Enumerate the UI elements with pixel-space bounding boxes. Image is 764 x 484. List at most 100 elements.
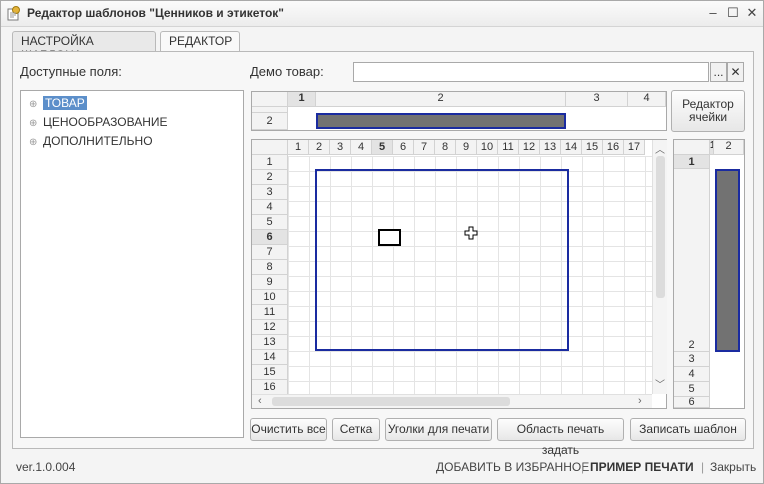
row-header[interactable]: 4 bbox=[252, 200, 288, 215]
demo-product-label: Демо товар: bbox=[250, 64, 324, 79]
title-bar: Редактор шаблонов "Ценников и этикеток" … bbox=[1, 1, 763, 27]
maximize-button[interactable]: ☐ bbox=[725, 5, 741, 21]
selected-cell[interactable] bbox=[378, 229, 401, 246]
row-header[interactable]: 5 bbox=[252, 215, 288, 230]
col-header[interactable]: 14 bbox=[561, 140, 582, 155]
close-window-button[interactable]: ✕ bbox=[744, 5, 760, 21]
scroll-thumb-h[interactable] bbox=[272, 397, 510, 406]
col-header[interactable]: 6 bbox=[393, 140, 414, 155]
row-header[interactable]: 13 bbox=[252, 335, 288, 350]
row-header[interactable]: 10 bbox=[252, 290, 288, 305]
row-header[interactable]: 14 bbox=[252, 350, 288, 365]
expand-icon[interactable]: ⊕ bbox=[29, 135, 39, 151]
move-cursor-icon bbox=[464, 226, 478, 240]
footer-separator: | bbox=[701, 460, 705, 474]
close-link[interactable]: Закрыть bbox=[710, 460, 756, 474]
row-header[interactable]: 2 bbox=[674, 339, 710, 352]
row-header[interactable]: 1 bbox=[252, 155, 288, 170]
print-example-link[interactable]: ПРИМЕР ПЕЧАТИ bbox=[590, 460, 694, 474]
tree-item-label: ТОВАР bbox=[43, 96, 87, 110]
fields-label: Доступные поля: bbox=[20, 64, 122, 79]
col-header[interactable]: 7 bbox=[414, 140, 435, 155]
tab-editor[interactable]: РЕДАКТОР bbox=[160, 31, 240, 52]
col-header[interactable]: 3 bbox=[566, 92, 628, 107]
col-header[interactable]: 4 bbox=[628, 92, 666, 107]
col-header[interactable]: 10 bbox=[477, 140, 498, 155]
cell-editor-label-line2: ячейки bbox=[688, 110, 728, 124]
col-header[interactable]: 8 bbox=[435, 140, 456, 155]
add-to-favorites-link[interactable]: ДОБАВИТЬ В ИЗБРАННОЕ bbox=[436, 460, 589, 474]
scroll-left-icon[interactable]: ‹ bbox=[258, 395, 262, 407]
scroll-down-icon[interactable]: ﹀ bbox=[655, 376, 665, 391]
cell-editor-label-line1: Редактор bbox=[682, 97, 734, 111]
tree-item-pricing[interactable]: ⊕ ЦЕНООБРАЗОВАНИЕ bbox=[29, 114, 168, 130]
grid-corner bbox=[252, 92, 288, 107]
row-header[interactable]: 1 bbox=[674, 155, 710, 169]
row-header[interactable]: 6 bbox=[674, 397, 710, 408]
row-header[interactable]: 2 bbox=[252, 113, 288, 130]
row-header[interactable]: 4 bbox=[674, 367, 710, 382]
save-template-button[interactable]: Записать шаблон bbox=[630, 418, 746, 441]
side-grid[interactable]: 1 2 1 2 3 4 5 6 bbox=[673, 139, 745, 409]
demo-product-input[interactable] bbox=[353, 62, 709, 82]
row-header[interactable]: 12 bbox=[252, 320, 288, 335]
col-header[interactable]: 3 bbox=[330, 140, 351, 155]
app-icon bbox=[7, 6, 20, 21]
row-header[interactable]: 16 bbox=[252, 380, 288, 395]
print-area-button[interactable]: Область печать задать bbox=[497, 418, 624, 457]
col-header[interactable]: 4 bbox=[351, 140, 372, 155]
footer-separator: | bbox=[581, 460, 585, 474]
scroll-thumb[interactable] bbox=[656, 156, 665, 298]
window-title: Редактор шаблонов "Ценников и этикеток" bbox=[27, 6, 284, 20]
grid-corner bbox=[674, 140, 710, 155]
grid-corner bbox=[252, 140, 288, 155]
expand-icon[interactable]: ⊕ bbox=[29, 116, 39, 132]
row-header[interactable]: 9 bbox=[252, 275, 288, 290]
side-field-bar[interactable] bbox=[715, 169, 740, 352]
row-header[interactable]: 8 bbox=[252, 260, 288, 275]
print-corners-button[interactable]: Уголки для печати bbox=[385, 418, 492, 441]
col-header[interactable]: 17 bbox=[624, 140, 645, 155]
col-header[interactable]: 12 bbox=[519, 140, 540, 155]
col-header[interactable]: 11 bbox=[498, 140, 519, 155]
version-label: ver.1.0.004 bbox=[16, 460, 76, 474]
col-header[interactable]: 1 bbox=[288, 140, 309, 155]
col-header[interactable]: 2 bbox=[714, 140, 744, 155]
header-grid[interactable]: 1 2 3 4 2 bbox=[251, 91, 667, 131]
cell-editor-button[interactable]: Редактор ячейки bbox=[671, 90, 745, 132]
col-header[interactable]: 16 bbox=[603, 140, 624, 155]
row-header[interactable]: 7 bbox=[252, 245, 288, 260]
vertical-scrollbar[interactable]: ︿ ﹀ bbox=[652, 140, 667, 394]
row-header[interactable]: 6 bbox=[252, 230, 288, 245]
demo-select-button[interactable]: ... bbox=[710, 62, 727, 82]
col-header[interactable]: 1 bbox=[288, 92, 316, 107]
row-header[interactable]: 2 bbox=[252, 170, 288, 185]
tree-item-product[interactable]: ⊕ ТОВАР bbox=[29, 95, 87, 111]
clear-all-button[interactable]: Очистить все bbox=[250, 418, 327, 441]
row-header[interactable]: 5 bbox=[674, 382, 710, 397]
fields-tree: ⊕ ТОВАР ⊕ ЦЕНООБРАЗОВАНИЕ ⊕ ДОПОЛНИТЕЛЬНО bbox=[20, 90, 244, 438]
col-header[interactable]: 5 bbox=[372, 140, 393, 155]
row-header[interactable]: 11 bbox=[252, 305, 288, 320]
demo-clear-button[interactable]: ✕ bbox=[727, 62, 744, 82]
template-frame[interactable] bbox=[315, 169, 569, 351]
grid-button[interactable]: Сетка bbox=[332, 418, 380, 441]
tree-item-additional[interactable]: ⊕ ДОПОЛНИТЕЛЬНО bbox=[29, 133, 153, 149]
row-header[interactable]: 3 bbox=[674, 352, 710, 367]
row-header[interactable]: 3 bbox=[252, 185, 288, 200]
col-header[interactable]: 2 bbox=[316, 92, 566, 107]
tree-item-label: ЦЕНООБРАЗОВАНИЕ bbox=[43, 115, 168, 129]
col-header[interactable]: 9 bbox=[456, 140, 477, 155]
header-field-bar[interactable] bbox=[316, 113, 566, 129]
col-header[interactable]: 2 bbox=[309, 140, 330, 155]
row-header[interactable]: 15 bbox=[252, 365, 288, 380]
tab-template-settings[interactable]: НАСТРОЙКА ШАБЛОНА bbox=[12, 31, 156, 62]
col-header[interactable]: 13 bbox=[540, 140, 561, 155]
main-grid[interactable]: 1 2 3 4 5 6 7 8 9 10 11 12 13 14 15 16 17 1 2 3 4 5 6 7 8 9 10 11 1… bbox=[251, 139, 667, 409]
horizontal-scrollbar[interactable]: ‹ › bbox=[252, 394, 652, 408]
expand-icon[interactable]: ⊕ bbox=[29, 97, 39, 113]
col-header[interactable]: 15 bbox=[582, 140, 603, 155]
scroll-up-icon[interactable]: ︿ bbox=[655, 141, 665, 156]
scroll-right-icon[interactable]: › bbox=[638, 395, 642, 407]
minimize-button[interactable]: – bbox=[705, 5, 721, 21]
